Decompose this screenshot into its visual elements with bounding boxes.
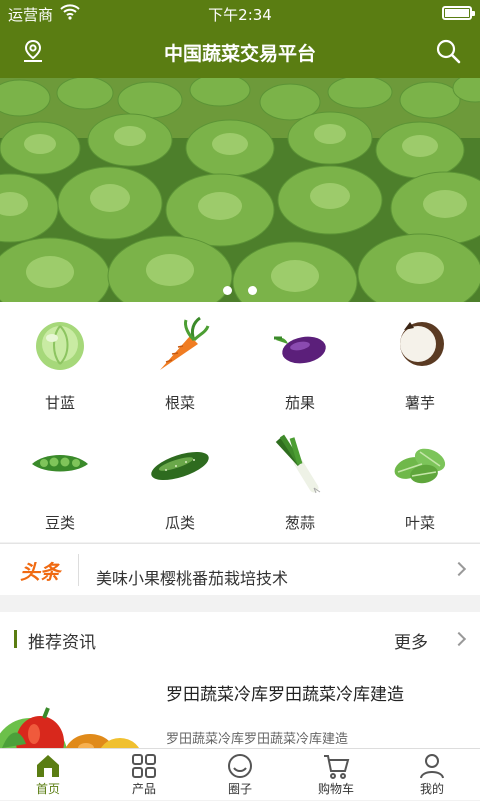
tab-label: 首页 xyxy=(35,782,60,796)
category-solanaceous[interactable]: 茄果 xyxy=(240,302,360,422)
taro-icon xyxy=(390,314,450,374)
leek-icon xyxy=(270,434,330,494)
tab-circle[interactable]: 圈子 xyxy=(192,749,288,801)
recommend-section: 推荐资讯 更多 罗田蔬菜冷库罗田蔬菜冷库建造 罗田蔬菜冷库罗田蔬菜冷库建造 xyxy=(0,612,480,752)
category-label: 根菜 xyxy=(164,394,195,412)
tab-label: 圈子 xyxy=(227,782,252,796)
article-description: 罗田蔬菜冷库罗田蔬菜冷库建造 xyxy=(166,732,349,747)
more-link[interactable]: 更多 xyxy=(394,628,428,653)
chevron-right-icon[interactable] xyxy=(451,631,467,647)
clock: 下午2:34 xyxy=(208,6,272,24)
smile-icon xyxy=(226,752,254,780)
cart-icon xyxy=(322,752,350,780)
page-title: 中国蔬菜交易平台 xyxy=(163,43,316,65)
tab-cart[interactable]: 购物车 xyxy=(288,749,384,801)
article-thumbnail[interactable] xyxy=(0,688,150,752)
divider xyxy=(78,554,79,586)
chevron-right-icon[interactable] xyxy=(451,561,467,577)
category-label: 葱蒜 xyxy=(284,514,315,532)
app-header: 中国蔬菜交易平台 xyxy=(0,26,480,78)
tab-products[interactable]: 产品 xyxy=(96,749,192,801)
battery-icon xyxy=(442,6,475,20)
cabbage-icon xyxy=(30,314,90,374)
category-label: 薯芋 xyxy=(404,394,435,412)
status-bar: 运营商 下午2:34 xyxy=(0,0,480,26)
category-beans[interactable]: 豆类 xyxy=(0,422,120,542)
category-tuber[interactable]: 薯芋 xyxy=(360,302,480,422)
tab-label: 购物车 xyxy=(317,782,354,796)
search-icon[interactable] xyxy=(434,37,462,65)
category-label: 甘蓝 xyxy=(44,394,75,412)
category-root[interactable]: 根菜 xyxy=(120,302,240,422)
category-grid: 甘蓝 根菜 茄果 薯芋 豆类 瓜类 葱蒜 叶菜 xyxy=(0,302,480,542)
category-cabbage[interactable]: 甘蓝 xyxy=(0,302,120,422)
category-melons[interactable]: 瓜类 xyxy=(120,422,240,542)
carousel-dot[interactable] xyxy=(223,286,232,295)
leafy-greens-icon xyxy=(390,434,450,494)
cucumber-icon xyxy=(150,434,210,494)
user-icon xyxy=(418,752,446,780)
carousel-dot[interactable] xyxy=(248,286,257,295)
section-accent-bar xyxy=(14,630,17,648)
carrot-icon xyxy=(150,314,210,374)
tab-home[interactable]: 首页 xyxy=(0,749,96,801)
bottom-tab-bar: 首页 产品 圈子 购物车 我的 xyxy=(0,748,480,800)
category-leafy[interactable]: 叶菜 xyxy=(360,422,480,542)
category-label: 茄果 xyxy=(284,394,315,412)
tab-label: 我的 xyxy=(419,782,444,796)
eggplant-icon xyxy=(270,314,330,374)
peas-icon xyxy=(30,434,90,494)
headline-text[interactable]: 美味小果樱桃番茄栽培技术 xyxy=(96,565,288,589)
section-title: 推荐资讯 xyxy=(28,633,96,653)
grid-icon xyxy=(130,752,158,780)
carousel-dots xyxy=(0,280,480,299)
headline-tag: 头条 xyxy=(20,560,60,584)
article-title[interactable]: 罗田蔬菜冷库罗田蔬菜冷库建造 xyxy=(166,680,404,705)
banner-carousel[interactable] xyxy=(0,78,480,302)
tab-profile[interactable]: 我的 xyxy=(384,749,480,801)
tab-label: 产品 xyxy=(131,782,156,796)
home-icon xyxy=(34,752,62,780)
category-label: 叶菜 xyxy=(404,514,435,532)
category-label: 豆类 xyxy=(44,514,75,532)
banner-image xyxy=(0,78,480,302)
headline-bar[interactable]: 头条 美味小果樱桃番茄栽培技术 xyxy=(0,543,480,595)
category-alliums[interactable]: 葱蒜 xyxy=(240,422,360,542)
category-label: 瓜类 xyxy=(164,514,195,532)
